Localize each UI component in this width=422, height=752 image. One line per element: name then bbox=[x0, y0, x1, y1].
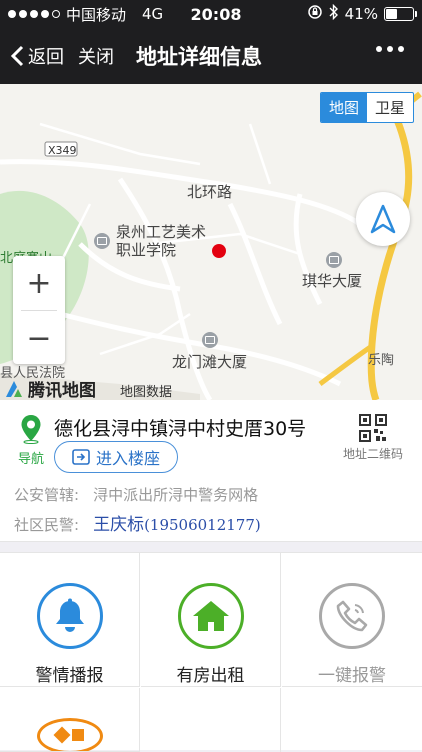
qr-label: 地址二维码 bbox=[342, 447, 403, 461]
map-label-x349: X349 bbox=[48, 144, 77, 157]
close-button[interactable]: 关闭 bbox=[78, 43, 114, 69]
nav-bar: 返回 关闭 地址详细信息 bbox=[0, 28, 422, 84]
police-jurisdiction-row: 公安管辖: 浔中派出所浔中警务网格 bbox=[14, 484, 258, 505]
enter-building-button[interactable]: 进入楼座 bbox=[54, 441, 178, 473]
page-title: 地址详细信息 bbox=[136, 45, 262, 69]
locate-button[interactable] bbox=[356, 192, 410, 246]
map-label-beihuan-road: 北环路 bbox=[187, 183, 233, 201]
address-info-panel: 导航 德化县浔中镇浔中村史厝30号 地址二维码 进入楼座 公安管辖: 浔中派出所浔… bbox=[0, 400, 422, 542]
map-label-college-2: 职业学院 bbox=[116, 241, 177, 259]
police-jurisdiction-value: 浔中派出所浔中警务网格 bbox=[93, 486, 259, 504]
bluetooth-icon bbox=[329, 3, 339, 24]
zoom-out-button[interactable]: − bbox=[13, 311, 65, 365]
map-type-toggle: 地图 卫星 bbox=[319, 92, 414, 123]
action-grid: 警情播报 有房出租 一键报警 bbox=[0, 552, 422, 752]
enter-building-label: 进入楼座 bbox=[95, 449, 160, 468]
diamond-action-button[interactable] bbox=[0, 688, 140, 752]
signal-icon bbox=[8, 10, 60, 18]
navigation-arrow-icon bbox=[370, 204, 396, 234]
map-brand: 腾讯地图 bbox=[4, 376, 96, 400]
back-label: 返回 bbox=[28, 47, 64, 68]
zoom-control: + − bbox=[13, 256, 65, 364]
house-rental-button[interactable]: 有房出租 bbox=[141, 553, 281, 687]
qr-code-icon bbox=[359, 414, 387, 442]
clock: 20:08 bbox=[190, 4, 242, 24]
location-marker bbox=[212, 244, 226, 258]
map-label-qihua: 琪华大厦 bbox=[302, 272, 363, 290]
tencent-map-logo-icon bbox=[6, 380, 22, 397]
address-text: 德化县浔中镇浔中村史厝30号 bbox=[54, 418, 307, 440]
zoom-in-button[interactable]: + bbox=[13, 256, 65, 310]
house-rental-label: 有房出租 bbox=[176, 666, 245, 686]
house-icon bbox=[192, 601, 229, 631]
police-jurisdiction-label: 公安管辖: bbox=[14, 486, 80, 504]
navigate-label: 导航 bbox=[17, 452, 44, 467]
emergency-call-icon-circle bbox=[319, 583, 385, 649]
carrier: 中国移动 bbox=[66, 5, 127, 24]
navigate-button[interactable]: 导航 bbox=[14, 414, 48, 467]
alert-broadcast-button[interactable]: 警情播报 bbox=[0, 553, 140, 687]
enter-icon bbox=[72, 449, 90, 465]
building-icon bbox=[326, 252, 342, 268]
alert-broadcast-label: 警情播报 bbox=[35, 666, 104, 686]
community-police-name[interactable]: 王庆标 bbox=[93, 515, 144, 535]
more-button[interactable] bbox=[376, 46, 404, 52]
back-button[interactable]: 返回 bbox=[10, 43, 64, 69]
community-police-phone[interactable]: (19506012177) bbox=[144, 516, 261, 534]
map-type-standard[interactable]: 地图 bbox=[320, 93, 367, 122]
map-type-satellite[interactable]: 卫星 bbox=[367, 93, 413, 122]
map-brand-name: 腾讯地图 bbox=[28, 381, 96, 400]
diamond-icon bbox=[53, 726, 84, 744]
address-qr-button[interactable]: 地址二维码 bbox=[338, 414, 408, 462]
building-icon bbox=[202, 332, 218, 348]
status-bar: 中国移动 4G 20:08 41% bbox=[0, 0, 422, 28]
community-police-row: 社区民警: 王庆标(19506012177) bbox=[14, 510, 261, 535]
building-icon bbox=[94, 233, 110, 249]
diamond-action-icon-circle bbox=[36, 718, 103, 751]
alert-broadcast-icon-circle bbox=[36, 583, 103, 649]
house-rental-icon-circle bbox=[177, 583, 244, 649]
community-police-label: 社区民警: bbox=[14, 516, 80, 534]
emergency-call-label: 一键报警 bbox=[318, 666, 386, 686]
empty-grid-cell bbox=[141, 688, 281, 752]
battery-icon bbox=[384, 7, 417, 21]
map-data-link[interactable]: 地图数据 bbox=[120, 381, 172, 400]
map-label-longmen: 龙门滩大厦 bbox=[172, 353, 248, 371]
emergency-call-button[interactable]: 一键报警 bbox=[282, 553, 422, 687]
map-view[interactable]: X349 北环路 泉州工艺美术 职业学院 琪华大厦 龙门滩大厦 乐陶 北庭寨山 … bbox=[0, 84, 422, 400]
bell-icon bbox=[55, 598, 84, 632]
battery-percent: 41% bbox=[344, 5, 378, 23]
location-pin-icon bbox=[21, 415, 41, 444]
map-label-lecao: 乐陶 bbox=[368, 353, 395, 368]
rotation-lock-icon bbox=[307, 4, 323, 24]
phone-icon bbox=[336, 600, 368, 632]
chevron-left-icon bbox=[10, 45, 24, 67]
